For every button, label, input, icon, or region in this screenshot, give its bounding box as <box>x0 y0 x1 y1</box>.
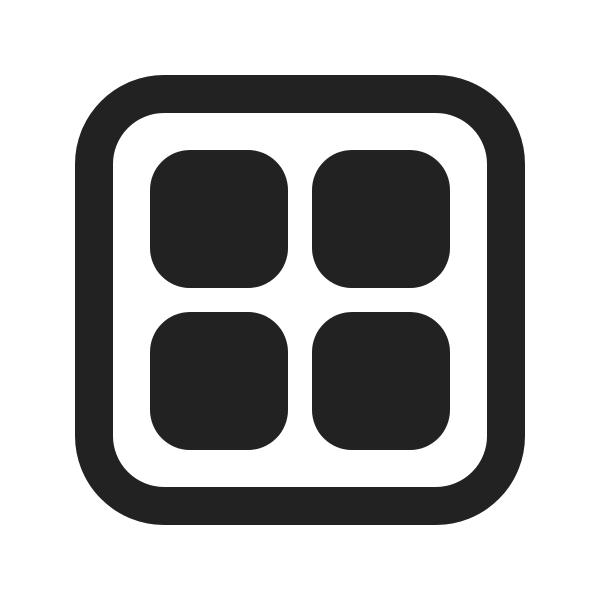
outer-frame <box>75 75 525 525</box>
tile-bottom-right <box>312 312 450 450</box>
tile-bottom-left <box>150 312 288 450</box>
icon-canvas <box>0 0 600 600</box>
tile-top-left <box>150 150 288 288</box>
apps-grid-icon <box>75 75 525 525</box>
tile-top-right <box>312 150 450 288</box>
